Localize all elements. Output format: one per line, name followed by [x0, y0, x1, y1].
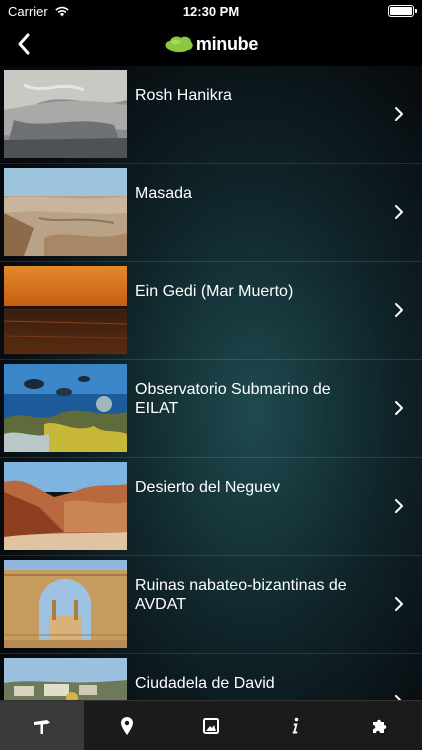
- places-list: Rosh Hanikra Masada Ein Gedi (Mar Muerto…: [0, 66, 422, 700]
- place-row[interactable]: Ciudadela de David: [0, 654, 422, 700]
- tab-bar: [0, 700, 422, 750]
- place-row[interactable]: Ruinas nabateo-bizantinas de AVDAT: [0, 556, 422, 654]
- place-title: Masada: [135, 185, 192, 202]
- status-left: Carrier: [8, 4, 70, 19]
- logo-text: minube: [195, 33, 259, 54]
- info-icon: [292, 717, 299, 733]
- logo-blob-icon: [165, 36, 193, 53]
- chevron-right-icon: [395, 499, 403, 513]
- wifi-icon: [55, 6, 69, 17]
- nav-bar: minube: [0, 22, 422, 66]
- place-title: Desierto del Neguev: [135, 479, 280, 496]
- puzzle-icon: [372, 719, 387, 733]
- place-title: Ein Gedi (Mar Muerto): [135, 283, 294, 300]
- place-row[interactable]: Ein Gedi (Mar Muerto): [0, 262, 422, 360]
- back-button[interactable]: [8, 28, 40, 60]
- location-pin-icon: [120, 716, 133, 735]
- chevron-right-icon: [395, 205, 403, 219]
- place-title: Observatorio Submarino de EILAT: [135, 381, 331, 417]
- place-thumbnail: [4, 168, 127, 256]
- place-title: Ciudadela de David: [135, 675, 275, 692]
- place-row[interactable]: Masada: [0, 164, 422, 262]
- chevron-left-icon: [18, 33, 30, 55]
- tab-photos[interactable]: [169, 701, 253, 750]
- minube-logo: minube: [164, 34, 258, 55]
- place-row[interactable]: Desierto del Neguev: [0, 458, 422, 556]
- chevron-right-icon: [395, 597, 403, 611]
- place-thumbnail: [4, 266, 127, 354]
- place-thumbnail: [4, 462, 127, 550]
- chevron-right-icon: [395, 107, 403, 121]
- photo-icon: [203, 717, 220, 734]
- place-row[interactable]: Rosh Hanikra: [0, 66, 422, 164]
- place-thumbnail: [4, 364, 127, 452]
- place-row[interactable]: Observatorio Submarino de EILAT: [0, 360, 422, 458]
- chevron-right-icon: [395, 303, 403, 317]
- status-bar: Carrier 12:30 PM: [0, 0, 422, 22]
- tab-info[interactable]: [253, 701, 337, 750]
- place-thumbnail: [4, 70, 127, 158]
- place-title: Rosh Hanikra: [135, 87, 232, 104]
- signpost-icon: [34, 719, 51, 734]
- tab-puzzle[interactable]: [338, 701, 422, 750]
- place-title: Ruinas nabateo-bizantinas de AVDAT: [135, 577, 347, 613]
- tab-signpost[interactable]: [0, 701, 85, 750]
- place-thumbnail: [4, 658, 127, 700]
- battery-icon: [388, 5, 417, 17]
- carrier-label: Carrier: [8, 3, 48, 19]
- chevron-right-icon: [395, 401, 403, 415]
- tab-location[interactable]: [84, 701, 168, 750]
- place-thumbnail: [4, 560, 127, 648]
